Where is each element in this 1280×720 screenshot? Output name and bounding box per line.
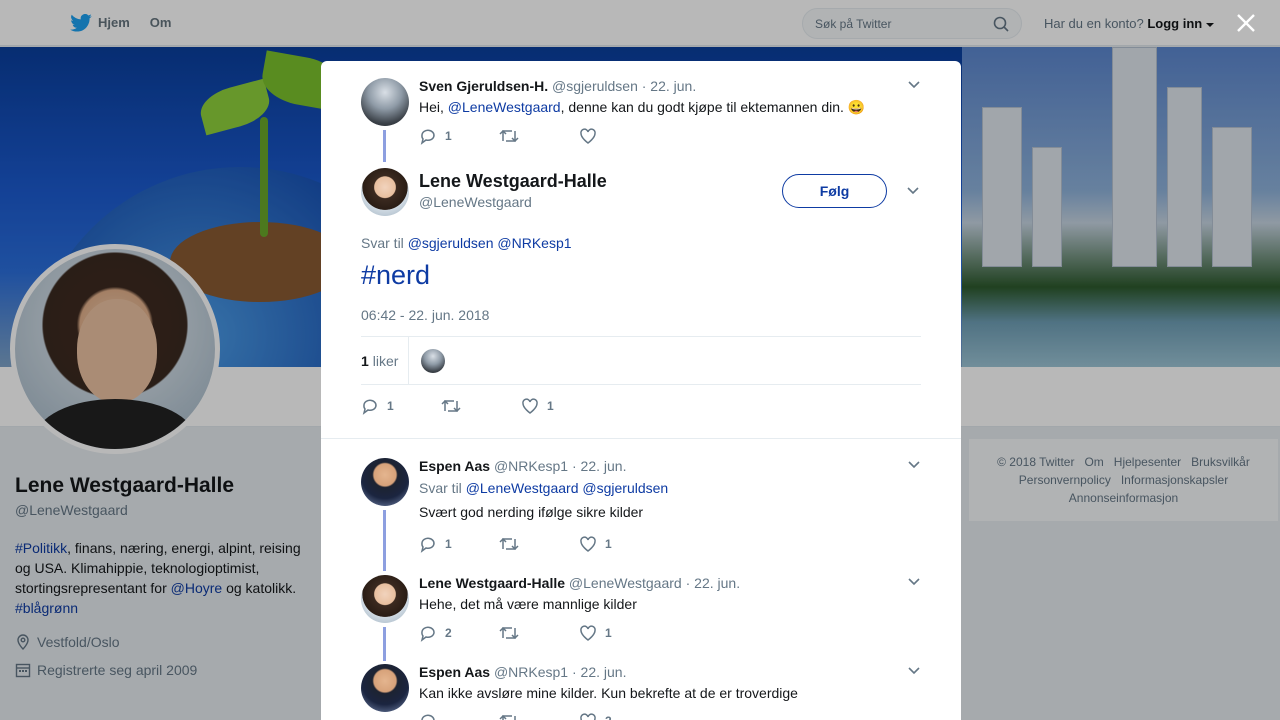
chevron-down-icon[interactable] — [907, 575, 921, 589]
retweet-icon — [441, 399, 461, 413]
tweet-author-name[interactable]: Espen Aas — [419, 664, 490, 680]
main-tweet-author-handle[interactable]: @LeneWestgaard — [419, 194, 532, 210]
heart-icon — [522, 398, 538, 414]
retweet-button[interactable] — [499, 624, 579, 642]
reply-icon — [421, 714, 435, 720]
reply-mention[interactable]: @sgjeruldsen — [408, 235, 494, 251]
tweet-date[interactable]: · 22. jun. — [572, 458, 626, 474]
reply-icon — [362, 399, 377, 415]
tweet-text-post: , denne kan du godt kjøpe til ektemannen… — [560, 99, 866, 115]
tweet-modal: Sven Gjeruldsen-H. @sgjeruldsen · 22. ju… — [321, 61, 961, 720]
reply-button[interactable]: 1 — [419, 535, 499, 553]
likes-label: liker — [372, 352, 399, 369]
tweet-text: Svært god nerding ifølge sikre kilder — [419, 504, 644, 520]
tweet-text: Hehe, det må være mannlige kilder — [419, 596, 637, 612]
reply-to-line: Svar til @sgjeruldsen @NRKesp1 — [361, 235, 572, 251]
like-button[interactable]: 1 — [579, 624, 659, 642]
reply-prefix: Svar til — [419, 480, 462, 496]
replies-divider — [321, 438, 961, 439]
retweet-icon — [499, 714, 516, 720]
main-tweet-timestamp[interactable]: 06:42 - 22. jun. 2018 — [361, 307, 489, 323]
reply-mention[interactable]: @LeneWestgaard — [466, 480, 579, 496]
tweet-actions: 1 — [419, 127, 659, 145]
like-count: 2 — [605, 714, 612, 720]
retweet-button[interactable] — [499, 712, 579, 720]
likes-count: 1 — [361, 352, 369, 369]
main-tweet-actions: 1 1 — [361, 397, 601, 415]
avatar[interactable] — [361, 168, 409, 216]
tweet-author-handle[interactable]: @NRKesp1 — [494, 664, 568, 680]
heart-icon — [580, 128, 596, 144]
thread-line — [383, 510, 386, 571]
likes-stat[interactable]: 1 liker — [361, 336, 409, 385]
tweet-text: Kan ikke avsløre mine kilder. Kun bekref… — [419, 685, 798, 701]
thread-line — [383, 130, 386, 162]
tweet-mention[interactable]: @LeneWestgaard — [448, 99, 561, 115]
chevron-down-icon[interactable] — [907, 78, 921, 92]
follow-button[interactable]: Følg — [782, 174, 887, 208]
reply-button[interactable]: 1 — [361, 397, 441, 415]
chevron-down-icon[interactable] — [907, 458, 921, 472]
reply-icon — [420, 129, 435, 145]
thread-line — [383, 627, 386, 661]
retweet-button[interactable] — [499, 535, 579, 553]
retweet-button[interactable] — [499, 127, 579, 145]
tweet-date[interactable]: · 22. jun. — [572, 664, 626, 680]
like-count: 1 — [547, 399, 554, 413]
tweet-author-name[interactable]: Sven Gjeruldsen-H. — [419, 78, 548, 94]
chevron-down-icon[interactable] — [906, 184, 920, 198]
reply-button[interactable]: 1 — [419, 127, 499, 145]
tweet-author-handle[interactable]: @LeneWestgaard — [569, 575, 682, 591]
reply-count: 1 — [445, 129, 452, 143]
avatar[interactable] — [361, 575, 409, 623]
tweet-date[interactable]: · 22. jun. — [686, 575, 740, 591]
heart-icon — [580, 536, 596, 552]
reply-icon — [420, 626, 435, 642]
like-count: 1 — [605, 626, 612, 640]
reply-mention[interactable]: @sgjeruldsen — [582, 480, 668, 496]
avatar[interactable] — [361, 78, 409, 126]
liker-avatar[interactable] — [421, 348, 445, 373]
like-button[interactable]: 1 — [579, 535, 659, 553]
reply-count: 1 — [387, 399, 394, 413]
tweet-date[interactable]: · 22. jun. — [642, 78, 696, 94]
retweet-icon — [499, 626, 519, 640]
tweet-actions: 2 — [419, 712, 659, 720]
tweet-actions: 1 1 — [419, 535, 659, 553]
reply-count: 1 — [445, 537, 452, 551]
avatar[interactable] — [361, 664, 409, 712]
like-button[interactable] — [579, 127, 659, 145]
tweet-author-name[interactable]: Espen Aas — [419, 458, 490, 474]
main-tweet-author-name[interactable]: Lene Westgaard-Halle — [419, 171, 607, 192]
reply-button[interactable] — [419, 712, 499, 720]
like-count: 1 — [605, 537, 612, 551]
reply-icon — [420, 537, 435, 553]
retweet-icon — [499, 537, 519, 551]
tweet-text-pre: Hei, — [419, 99, 448, 115]
reply-mention[interactable]: @NRKesp1 — [497, 235, 571, 251]
like-button[interactable]: 1 — [521, 397, 601, 415]
reply-prefix: Svar til — [361, 235, 404, 251]
like-button[interactable]: 2 — [579, 712, 659, 720]
retweet-button[interactable] — [441, 397, 521, 415]
tweet-author-handle[interactable]: @sgjeruldsen — [552, 78, 638, 94]
reply-button[interactable]: 2 — [419, 624, 499, 642]
tweet-author-handle[interactable]: @NRKesp1 — [494, 458, 568, 474]
chevron-down-icon[interactable] — [907, 664, 921, 678]
close-icon[interactable] — [1236, 13, 1256, 33]
tweet-stats: 1 liker — [361, 336, 921, 385]
tweet-author-name[interactable]: Lene Westgaard-Halle — [419, 575, 565, 591]
avatar[interactable] — [361, 458, 409, 506]
heart-icon — [580, 713, 596, 720]
reply-count: 2 — [445, 626, 452, 640]
retweet-icon — [499, 129, 519, 143]
tweet-actions: 2 1 — [419, 624, 659, 642]
main-tweet-hashtag[interactable]: #nerd — [361, 260, 430, 291]
heart-icon — [580, 625, 596, 641]
